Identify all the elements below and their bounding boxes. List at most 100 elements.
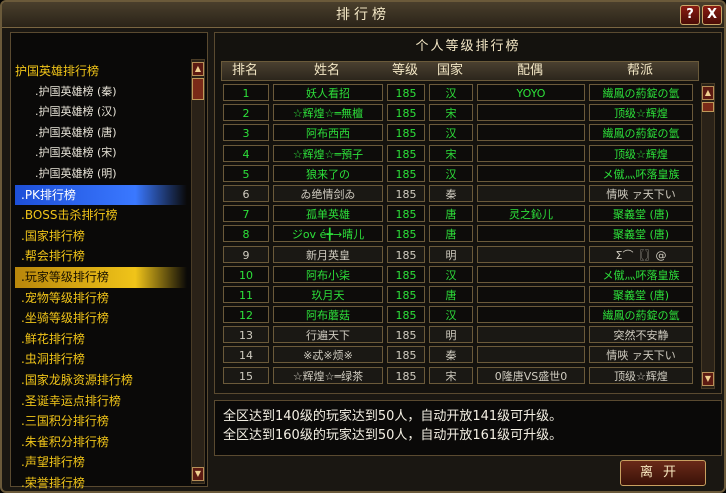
cell-name: 玖月天 [273, 285, 383, 303]
cell-rank: 5 [223, 164, 269, 182]
sidebar-item[interactable]: .圣诞幸运点排行榜 [15, 391, 187, 412]
cell-country: 宋 [429, 144, 473, 162]
cell-spouse [477, 124, 585, 142]
table-row[interactable]: 6 ゐ绝情剑ゐ 185 秦 情唊 ァ天下い [223, 184, 699, 204]
sidebar-item[interactable]: .坐骑等级排行榜 [15, 308, 187, 329]
cell-guild: 聚義堂 (唐) [589, 225, 693, 243]
table-row[interactable]: 14 ※忒※烦※ 185 秦 情唊 ァ天下い [223, 345, 699, 365]
cell-rank: 1 [223, 84, 269, 101]
cell-country: 汉 [429, 84, 473, 101]
scroll-up-icon[interactable]: ▲ [702, 86, 714, 100]
table-row[interactable]: 1 妖人看招 185 汉 YOYO 繊鳳の葯錠の氫 [223, 83, 699, 103]
sidebar-item[interactable]: .护国英雄榜 (汉) [15, 102, 187, 123]
table-row[interactable]: 15 ☆辉煌☆═绿茶 185 宋 0隆唐VS盛世0 顶级☆辉煌 [223, 366, 699, 386]
cell-rank: 11 [223, 285, 269, 303]
cell-level: 185 [387, 84, 425, 101]
table-row[interactable]: 2 ☆辉煌☆═無檀 185 宋 顶级☆辉煌 [223, 103, 699, 123]
cell-spouse [477, 144, 585, 162]
cell-name: 狼来了の [273, 164, 383, 182]
sidebar-item[interactable]: .护国英雄榜 (明) [15, 164, 187, 185]
sidebar-item[interactable]: .护国英雄榜 (宋) [15, 143, 187, 164]
column-header-level: 等级 [391, 63, 418, 78]
cell-guild: 聚義堂 (唐) [589, 205, 693, 223]
ranking-panel: 个人等级排行榜 排名 姓名 等级 国家 配偶 帮派 1 妖人看招 185 汉 YOYO 繊… [214, 32, 722, 394]
cell-guild: 顶级☆辉煌 [589, 104, 693, 122]
sidebar-item[interactable]: .国家龙脉资源排行榜 [15, 370, 187, 391]
table-row[interactable]: 5 狼来了の 185 汉 メ僦灬吥落皇族 [223, 164, 699, 184]
title-bar: 排行榜 ? X [2, 2, 724, 28]
table-row[interactable]: 9 新月英皇 185 明 Σ⌒〖〗@ [223, 245, 699, 265]
cell-level: 185 [387, 144, 425, 162]
sidebar-item[interactable]: .护国英雄榜 (唐) [15, 123, 187, 144]
cell-country: 汉 [429, 306, 473, 324]
ranking-window: 排行榜 ? X 护国英雄排行榜 .护国英雄榜 (秦) .护国英雄榜 (汉) .护国英雄… [0, 0, 726, 493]
table-row[interactable]: 11 玖月天 185 唐 聚義堂 (唐) [223, 285, 699, 305]
cell-spouse [477, 326, 585, 344]
cell-guild: 繊鳳の葯錠の氫 [589, 306, 693, 324]
cell-country: 宋 [429, 366, 473, 384]
sidebar-item[interactable]: .帮会排行榜 [15, 246, 187, 267]
notice-line-2: 全区达到160级的玩家达到50人，自动开放161级可升级。 [223, 428, 563, 443]
sidebar-item[interactable]: .朱雀积分排行榜 [15, 432, 187, 453]
table-row[interactable]: 8 ジov é╋→晴儿 185 唐 聚義堂 (唐) [223, 224, 699, 244]
scroll-thumb[interactable] [702, 102, 714, 112]
cell-name: 阿布小柒 [273, 265, 383, 283]
ranking-title: 个人等级排行榜 [415, 39, 521, 54]
notice-line-1: 全区达到140级的玩家达到50人，自动开放141级可升级。 [223, 409, 563, 424]
sidebar-item[interactable]: .国家排行榜 [15, 226, 187, 247]
cell-rank: 7 [223, 205, 269, 223]
cell-rank: 14 [223, 346, 269, 364]
table-row[interactable]: 10 阿布小柒 185 汉 メ僦灬吥落皇族 [223, 265, 699, 285]
table-row[interactable]: 12 阿布蘑菇 185 汉 繊鳳の葯錠の氫 [223, 305, 699, 325]
cell-name: 阿布西西 [273, 124, 383, 142]
table-row[interactable]: 4 ☆辉煌☆═預子 185 宋 顶级☆辉煌 [223, 144, 699, 164]
ranking-scrollbar[interactable]: ▲ ▼ [701, 83, 715, 389]
leave-button[interactable]: 离开 [620, 460, 706, 486]
cell-guild: 聚義堂 (唐) [589, 285, 693, 303]
sidebar-item[interactable]: .荣誉排行榜 [15, 473, 187, 491]
cell-guild: 繊鳳の葯錠の氫 [589, 84, 693, 101]
close-button[interactable]: X [702, 5, 722, 25]
sidebar-item[interactable]: .护国英雄榜 (秦) [15, 82, 187, 103]
sidebar-item[interactable]: .PK排行榜 [15, 184, 187, 206]
sidebar-item[interactable]: 护国英雄排行榜 [15, 61, 187, 82]
scroll-up-icon[interactable]: ▲ [192, 62, 204, 76]
scroll-down-icon[interactable]: ▼ [702, 372, 714, 386]
sidebar-item[interactable]: .BOSS击杀排行榜 [15, 205, 187, 226]
sidebar-scrollbar[interactable]: ▲ ▼ [191, 59, 205, 484]
cell-spouse: YOYO [477, 84, 585, 101]
cell-name: ☆辉煌☆═無檀 [273, 104, 383, 122]
sidebar-item[interactable]: .虫洞排行榜 [15, 349, 187, 370]
cell-spouse: 0隆唐VS盛世0 [477, 366, 585, 384]
table-row[interactable]: 3 阿布西西 185 汉 繊鳳の葯錠の氫 [223, 123, 699, 143]
cell-name: ジov é╋→晴儿 [273, 225, 383, 243]
cell-country: 明 [429, 326, 473, 344]
cell-level: 185 [387, 306, 425, 324]
sidebar-item[interactable]: .声望排行榜 [15, 452, 187, 473]
cell-spouse [477, 346, 585, 364]
cell-level: 185 [387, 205, 425, 223]
cell-level: 185 [387, 366, 425, 384]
cell-country: 唐 [429, 205, 473, 223]
cell-name: 孤单英雄 [273, 205, 383, 223]
cell-country: 唐 [429, 285, 473, 303]
cell-level: 185 [387, 164, 425, 182]
cell-country: 宋 [429, 104, 473, 122]
table-row[interactable]: 7 孤单英雄 185 唐灵之鈊儿 聚義堂 (唐) [223, 204, 699, 224]
cell-level: 185 [387, 326, 425, 344]
sidebar-item[interactable]: .三国积分排行榜 [15, 411, 187, 432]
sidebar-item[interactable]: .玩家等级排行榜 [15, 266, 187, 288]
cell-name: ※忒※烦※ [273, 346, 383, 364]
help-button[interactable]: ? [680, 5, 700, 25]
cell-country: 明 [429, 245, 473, 263]
table-row[interactable]: 13 行遍天下 185 明 突然不安静 [223, 325, 699, 345]
cell-country: 秦 [429, 184, 473, 202]
sidebar-item[interactable]: .宠物等级排行榜 [15, 288, 187, 309]
scroll-down-icon[interactable]: ▼ [192, 467, 204, 481]
column-header-name: 姓名 [313, 63, 340, 78]
scroll-thumb[interactable] [192, 78, 204, 100]
cell-guild: 突然不安静 [589, 326, 693, 344]
cell-level: 185 [387, 225, 425, 243]
sidebar-item[interactable]: .鲜花排行榜 [15, 329, 187, 350]
cell-name: 阿布蘑菇 [273, 306, 383, 324]
